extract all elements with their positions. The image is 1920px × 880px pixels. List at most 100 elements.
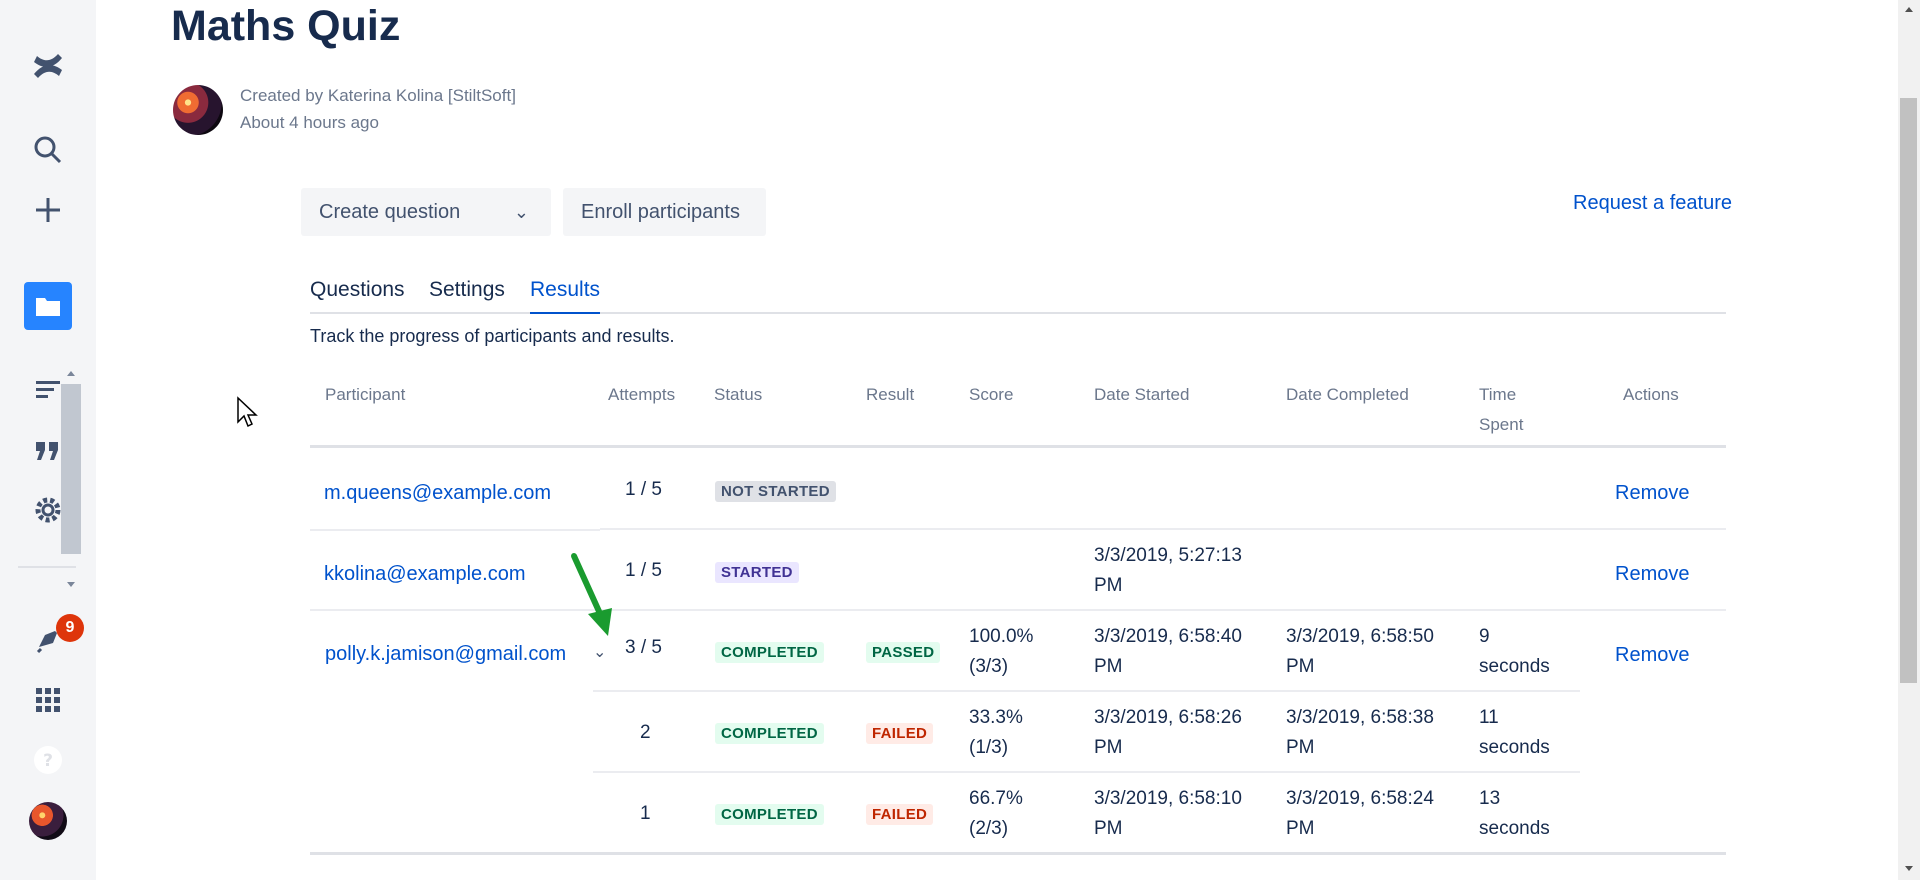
profile-avatar[interactable]	[29, 802, 67, 840]
column-header-time-spent-line2: Spent	[1479, 415, 1524, 434]
score-percent: 66.7%	[969, 788, 1023, 809]
date-started-line1: 3/3/2019, 6:58:10	[1094, 788, 1242, 809]
tab-results[interactable]: Results	[530, 278, 600, 302]
date-started-line2: PM	[1094, 656, 1123, 677]
annotation-arrow-icon	[571, 553, 612, 636]
table-bottom-divider	[310, 852, 1726, 855]
date-completed-line1: 3/3/2019, 6:58:38	[1286, 707, 1434, 728]
date-started-line2: PM	[1094, 737, 1123, 758]
status-badge: COMPLETED	[715, 642, 824, 663]
create-question-label: Create question	[319, 200, 461, 223]
date-completed-line2: PM	[1286, 818, 1315, 839]
status-badge: COMPLETED	[715, 804, 824, 825]
status-badge: STARTED	[715, 562, 799, 583]
quote-icon[interactable]	[24, 426, 72, 474]
date-completed-line1: 3/3/2019, 6:58:50	[1286, 626, 1434, 647]
date-started: 3/3/2019, 6:58:26 PM	[1094, 703, 1242, 763]
created-time: About 4 hours ago	[240, 113, 379, 132]
column-header-date-started[interactable]: Date Started	[1094, 380, 1189, 410]
active-tab-indicator	[530, 312, 600, 314]
enroll-participants-button[interactable]: Enroll participants	[563, 188, 766, 236]
row-divider	[600, 528, 1726, 530]
date-completed-line2: PM	[1286, 656, 1315, 677]
status-badge: COMPLETED	[715, 723, 824, 744]
participant-link[interactable]: m.queens@example.com	[324, 478, 551, 508]
request-feature-link[interactable]: Request a feature	[1573, 192, 1732, 215]
score-percent: 33.3%	[969, 707, 1023, 728]
attempts-count: 3 / 5	[625, 637, 662, 658]
remove-link[interactable]: Remove	[1615, 478, 1689, 508]
attempts-count: 1 / 5	[625, 560, 662, 581]
create-icon[interactable]	[24, 186, 72, 234]
column-header-date-completed[interactable]: Date Completed	[1286, 380, 1409, 410]
date-started-line1: 3/3/2019, 6:58:26	[1094, 707, 1242, 728]
time-spent-unit: seconds	[1479, 818, 1550, 839]
results-description: Track the progress of participants and r…	[310, 326, 675, 346]
app-switcher-icon[interactable]	[24, 676, 72, 724]
date-completed: 3/3/2019, 6:58:38 PM	[1286, 703, 1434, 763]
author-avatar[interactable]	[173, 85, 223, 135]
date-started-line2: PM	[1094, 575, 1123, 596]
time-spent-value: 9	[1479, 626, 1490, 647]
remove-link[interactable]: Remove	[1615, 559, 1689, 589]
status-badge: NOT STARTED	[715, 481, 836, 502]
expand-attempts-chevron-icon[interactable]: ⌄	[593, 642, 606, 662]
help-icon[interactable]: ?	[24, 736, 72, 784]
tab-questions[interactable]: Questions	[310, 278, 405, 302]
column-header-status[interactable]: Status	[714, 380, 762, 410]
create-question-button[interactable]: Create question ⌄	[301, 188, 551, 236]
column-header-actions: Actions	[1623, 385, 1679, 404]
date-started-line1: 3/3/2019, 5:27:13	[1094, 545, 1242, 566]
date-started-line1: 3/3/2019, 6:58:40	[1094, 626, 1242, 647]
column-header-result[interactable]: Result	[866, 380, 914, 410]
result-badge: FAILED	[866, 804, 934, 825]
time-spent: 9 seconds	[1479, 622, 1550, 682]
row-divider	[310, 529, 600, 531]
notification-count-badge: 9	[56, 614, 84, 642]
column-header-score[interactable]: Score	[969, 380, 1013, 410]
mouse-cursor-icon	[237, 396, 258, 428]
table-header-divider	[310, 445, 1726, 448]
column-header-time-spent[interactable]: Time Spent	[1479, 380, 1523, 440]
result-badge: PASSED	[866, 642, 941, 663]
time-spent-unit: seconds	[1479, 656, 1550, 677]
participant-link[interactable]: polly.k.jamison@gmail.com	[325, 639, 566, 669]
attempts-count: 1 / 5	[625, 479, 662, 500]
recent-icon[interactable]	[24, 366, 72, 414]
participant-link[interactable]: kkolina@example.com	[324, 559, 526, 589]
date-started: 3/3/2019, 6:58:10 PM	[1094, 784, 1242, 844]
settings-icon[interactable]	[24, 486, 72, 534]
time-spent-value: 13	[1479, 788, 1501, 809]
row-divider	[593, 771, 1580, 773]
page-title: Maths Quiz	[171, 2, 401, 50]
tab-bar: Questions Settings Results	[310, 278, 1726, 314]
svg-text:?: ?	[43, 751, 53, 771]
date-started: 3/3/2019, 6:58:40 PM	[1094, 622, 1242, 682]
confluence-logo-icon[interactable]	[24, 42, 72, 90]
column-header-time-spent-line1: Time	[1479, 385, 1517, 404]
attempt-number: 2	[640, 722, 651, 743]
sidebar-divider	[18, 566, 76, 568]
score: 100.0% (3/3)	[969, 622, 1033, 682]
spaces-icon[interactable]	[24, 282, 72, 330]
tab-settings[interactable]: Settings	[429, 278, 505, 302]
remove-link[interactable]: Remove	[1615, 640, 1689, 670]
score: 66.7% (2/3)	[969, 784, 1023, 844]
search-icon[interactable]	[24, 126, 72, 174]
time-spent-unit: seconds	[1479, 737, 1550, 758]
enroll-participants-label: Enroll participants	[581, 200, 740, 223]
column-header-attempts[interactable]: Attempts	[608, 380, 675, 410]
column-header-participant[interactable]: Participant	[325, 380, 405, 410]
global-sidebar: 9 ?	[0, 0, 96, 880]
page-scrollbar-thumb[interactable]	[1900, 98, 1917, 683]
score-fraction: (1/3)	[969, 737, 1009, 758]
score-percent: 100.0%	[969, 626, 1034, 647]
date-completed-line1: 3/3/2019, 6:58:24	[1286, 788, 1434, 809]
time-spent: 11 seconds	[1479, 703, 1550, 763]
score-fraction: (3/3)	[969, 656, 1009, 677]
time-spent: 13 seconds	[1479, 784, 1550, 844]
date-completed: 3/3/2019, 6:58:24 PM	[1286, 784, 1434, 844]
row-divider	[593, 690, 1580, 692]
result-badge: FAILED	[866, 723, 934, 744]
date-started-line2: PM	[1094, 818, 1123, 839]
